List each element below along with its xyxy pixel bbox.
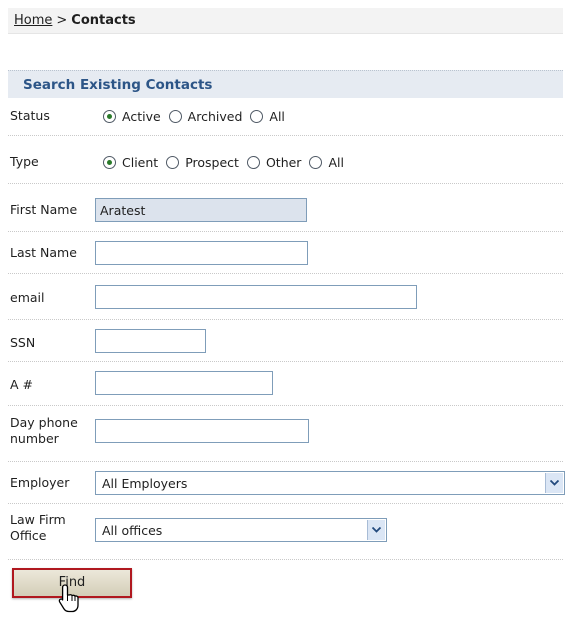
status-all-label: All bbox=[269, 109, 285, 124]
employer-selected-value: All Employers bbox=[102, 476, 188, 491]
last-name-label: Last Name bbox=[10, 245, 77, 260]
law-firm-office-row: Law Firm Office All offices bbox=[8, 504, 563, 560]
status-archived-label: Archived bbox=[187, 109, 243, 124]
hand-cursor-icon bbox=[58, 584, 79, 613]
law-firm-office-label: Law Firm Office bbox=[10, 512, 66, 544]
type-radio-group: Client Prospect Other All bbox=[103, 155, 352, 170]
type-prospect-radio[interactable] bbox=[166, 156, 180, 169]
breadcrumb-separator: > bbox=[56, 13, 68, 28]
chevron-down-icon[interactable] bbox=[367, 520, 385, 540]
day-phone-row: Day phone number bbox=[8, 406, 563, 462]
chevron-down-icon[interactable] bbox=[545, 473, 563, 493]
type-label: Type bbox=[10, 154, 39, 169]
type-option-prospect[interactable]: Prospect bbox=[166, 155, 239, 170]
status-active-label: Active bbox=[122, 109, 161, 124]
status-option-all[interactable]: All bbox=[250, 109, 285, 124]
status-all-radio[interactable] bbox=[250, 110, 264, 123]
status-label: Status bbox=[10, 108, 50, 123]
type-option-client[interactable]: Client bbox=[103, 155, 158, 170]
last-name-row: Last Name bbox=[8, 232, 563, 274]
breadcrumb-home-link[interactable]: Home bbox=[14, 13, 52, 28]
type-row: Type Client Prospect Other All bbox=[8, 136, 563, 184]
day-phone-label-line2: number bbox=[10, 431, 59, 446]
day-phone-label-line1: Day phone bbox=[10, 415, 78, 430]
email-row: email bbox=[8, 274, 563, 320]
employer-row: Employer All Employers bbox=[8, 462, 565, 504]
type-prospect-label: Prospect bbox=[185, 155, 239, 170]
status-active-radio[interactable] bbox=[103, 110, 116, 123]
type-all-radio[interactable] bbox=[309, 156, 323, 169]
employer-select[interactable]: All Employers bbox=[95, 471, 565, 495]
law-firm-office-label-line1: Law Firm bbox=[10, 512, 66, 527]
email-label: email bbox=[10, 290, 45, 305]
first-name-label: First Name bbox=[10, 202, 78, 217]
law-firm-office-select[interactable]: All offices bbox=[95, 518, 387, 542]
type-client-label: Client bbox=[122, 155, 159, 170]
first-name-input[interactable]: Aratest bbox=[95, 198, 307, 222]
type-client-radio[interactable] bbox=[103, 156, 116, 169]
employer-label: Employer bbox=[10, 475, 70, 490]
panel-title: Search Existing Contacts bbox=[8, 70, 563, 98]
ssn-row: SSN bbox=[8, 320, 563, 362]
day-phone-input[interactable] bbox=[95, 419, 309, 443]
email-input[interactable] bbox=[95, 285, 417, 309]
status-option-archived[interactable]: Archived bbox=[168, 109, 243, 124]
law-firm-office-label-line2: Office bbox=[10, 528, 47, 543]
a-number-input[interactable] bbox=[95, 371, 273, 395]
day-phone-label: Day phone number bbox=[10, 415, 78, 447]
breadcrumb: Home > Contacts bbox=[8, 8, 563, 34]
first-name-row: First Name Aratest bbox=[8, 184, 563, 232]
ssn-label: SSN bbox=[10, 335, 36, 350]
type-option-other[interactable]: Other bbox=[246, 155, 302, 170]
law-firm-office-selected-value: All offices bbox=[102, 523, 163, 538]
type-other-radio[interactable] bbox=[246, 156, 260, 169]
a-number-row: A # bbox=[8, 362, 563, 406]
breadcrumb-current: Contacts bbox=[71, 13, 136, 28]
status-option-active[interactable]: Active bbox=[103, 109, 161, 124]
type-all-label: All bbox=[328, 155, 344, 170]
last-name-input[interactable] bbox=[95, 241, 308, 265]
a-number-label: A # bbox=[10, 377, 33, 392]
type-option-all[interactable]: All bbox=[309, 155, 344, 170]
status-radio-group: Active Archived All bbox=[103, 109, 293, 124]
type-other-label: Other bbox=[265, 155, 302, 170]
ssn-input[interactable] bbox=[95, 329, 206, 353]
status-archived-radio[interactable] bbox=[168, 110, 182, 123]
status-row: Status Active Archived All bbox=[8, 98, 563, 136]
